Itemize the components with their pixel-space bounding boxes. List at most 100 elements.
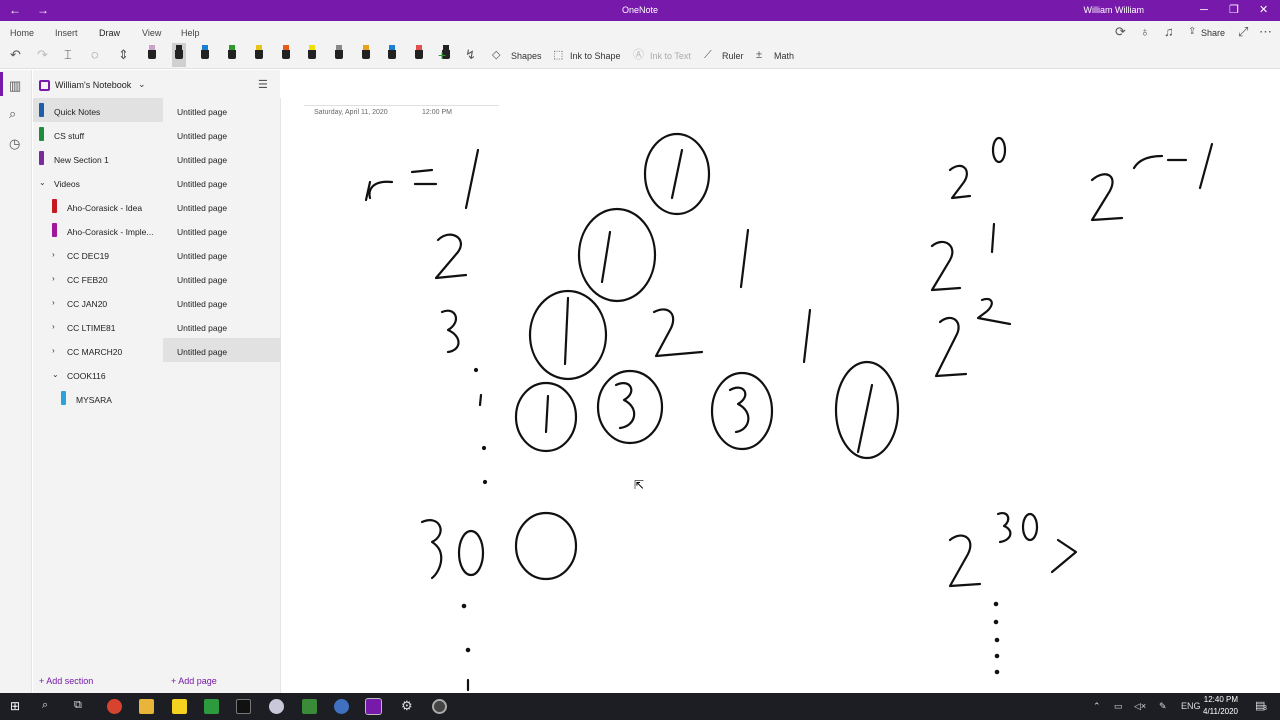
search-icon[interactable]: ⌕ bbox=[9, 106, 16, 122]
user-name[interactable]: William William bbox=[1084, 5, 1145, 15]
page-item[interactable]: Untitled page bbox=[163, 242, 281, 266]
notebooks-icon[interactable]: ▥ bbox=[9, 78, 21, 94]
chevron-right-icon[interactable]: › bbox=[52, 250, 55, 259]
expand-icon[interactable]: ⤢ bbox=[1238, 25, 1248, 39]
section-item[interactable]: › CC MARCH20 bbox=[33, 338, 163, 362]
lightbulb-icon[interactable]: ♁ bbox=[1140, 25, 1150, 39]
type-select-icon[interactable]: ⌶ bbox=[64, 48, 72, 62]
share-icon[interactable]: ⇪ bbox=[1188, 25, 1196, 39]
close-icon[interactable]: ✕ bbox=[1259, 3, 1268, 17]
settings-gear-icon[interactable]: ⚙ bbox=[401, 698, 413, 714]
pen-4-icon[interactable] bbox=[225, 43, 239, 67]
section-item[interactable]: MYSARA bbox=[33, 386, 163, 410]
page-item[interactable]: Untitled page bbox=[163, 170, 281, 194]
chevron-right-icon[interactable]: › bbox=[52, 298, 55, 307]
tab-insert[interactable]: Insert bbox=[55, 28, 78, 38]
search-icon[interactable]: ⌕ bbox=[42, 699, 48, 712]
language-indicator[interactable]: ENG bbox=[1181, 701, 1201, 711]
bell-icon[interactable]: ♫ bbox=[1164, 25, 1174, 39]
page-item[interactable]: Untitled page bbox=[163, 146, 281, 170]
section-item[interactable]: Aho-Corasick - Imple... bbox=[33, 218, 163, 242]
section-item[interactable]: › CC LTIME81 bbox=[33, 314, 163, 338]
add-space-icon[interactable]: ⇕ bbox=[118, 48, 129, 62]
section-item[interactable]: › CC JAN20 bbox=[33, 290, 163, 314]
section-item[interactable]: Quick Notes bbox=[33, 98, 163, 122]
volume-muted-icon[interactable]: ◁× bbox=[1134, 701, 1146, 712]
pen-11-icon[interactable] bbox=[412, 43, 426, 67]
ink-replay-icon[interactable]: ↯ bbox=[465, 48, 476, 62]
minimize-icon[interactable]: ─ bbox=[1200, 3, 1208, 17]
pen-7-icon[interactable] bbox=[305, 43, 319, 67]
chevron-down-icon[interactable]: ⌄ bbox=[39, 178, 46, 187]
pen-2-icon[interactable] bbox=[171, 43, 186, 67]
ink-drawing[interactable] bbox=[282, 70, 1280, 693]
paint-icon[interactable] bbox=[269, 699, 284, 714]
pen-8-icon[interactable] bbox=[332, 43, 346, 67]
sort-icon[interactable]: ☰ bbox=[258, 78, 268, 91]
shapes-button[interactable]: Shapes bbox=[511, 51, 542, 61]
page-item[interactable]: Untitled page bbox=[163, 122, 281, 146]
obs-icon[interactable] bbox=[432, 699, 447, 714]
page-item[interactable]: Untitled page bbox=[163, 314, 281, 338]
add-page-button[interactable]: + Add page bbox=[171, 676, 217, 686]
section-item[interactable]: Aho-Corasick - Idea bbox=[33, 194, 163, 218]
share-button[interactable]: Share bbox=[1201, 28, 1225, 38]
notepad-plus-icon[interactable] bbox=[204, 699, 219, 714]
chevron-down-icon[interactable]: ⌄ bbox=[52, 370, 59, 379]
chrome-icon[interactable] bbox=[107, 699, 122, 714]
section-item[interactable]: › CC FEB20 bbox=[33, 266, 163, 290]
section-item[interactable]: › CC DEC19 bbox=[33, 242, 163, 266]
section-item[interactable]: ⌄ COOK116 bbox=[33, 362, 163, 386]
ink-to-shape-button[interactable]: Ink to Shape bbox=[570, 51, 621, 61]
page-item[interactable]: Untitled page bbox=[163, 194, 281, 218]
clock-date[interactable]: 4/11/2020 bbox=[1203, 707, 1238, 716]
math-icon[interactable]: ± bbox=[756, 48, 762, 62]
page-item[interactable]: Untitled page bbox=[163, 218, 281, 242]
onenote-icon[interactable] bbox=[365, 698, 382, 715]
windows-start-icon[interactable]: ⊞ bbox=[10, 699, 20, 713]
undo-icon[interactable]: ↶ bbox=[10, 48, 21, 62]
note-canvas[interactable]: Saturday, April 11, 2020 12:00 PM bbox=[282, 70, 1280, 693]
sticky-notes-icon[interactable] bbox=[172, 699, 187, 714]
pen-1-icon[interactable] bbox=[145, 43, 159, 67]
page-item[interactable]: Untitled page bbox=[163, 290, 281, 314]
page-item[interactable]: Untitled page bbox=[163, 98, 281, 122]
chevron-down-icon[interactable]: ⌄ bbox=[138, 79, 146, 90]
battery-icon[interactable]: ▭ bbox=[1114, 701, 1123, 712]
app-icon[interactable] bbox=[334, 699, 349, 714]
math-button[interactable]: Math bbox=[774, 51, 794, 61]
pen-6-icon[interactable] bbox=[279, 43, 293, 67]
pen-icon[interactable]: ✎ bbox=[1159, 701, 1167, 712]
ruler-icon[interactable]: ⟋ bbox=[704, 48, 712, 62]
redo-icon[interactable]: ↷ bbox=[37, 48, 48, 62]
vim-icon[interactable] bbox=[302, 699, 317, 714]
page-item[interactable]: Untitled page bbox=[163, 266, 281, 290]
tab-view[interactable]: View bbox=[142, 28, 161, 38]
section-item[interactable]: CS stuff bbox=[33, 122, 163, 146]
sync-icon[interactable]: ⟳ bbox=[1115, 25, 1126, 39]
ink-to-shape-icon[interactable]: ⬚ bbox=[553, 48, 563, 62]
add-section-button[interactable]: + Add section bbox=[39, 676, 93, 686]
lasso-select-icon[interactable]: ◌ bbox=[91, 48, 99, 62]
restore-icon[interactable]: ❐ bbox=[1229, 3, 1239, 17]
chevron-up-icon[interactable]: ⌃ bbox=[1093, 701, 1101, 712]
section-item[interactable]: ⌄ Videos bbox=[33, 170, 163, 194]
ruler-button[interactable]: Ruler bbox=[722, 51, 744, 61]
notebook-header[interactable]: William's Notebook ⌄ ☰ bbox=[33, 70, 280, 98]
more-options-icon[interactable]: ⋯ bbox=[1259, 25, 1272, 39]
chevron-right-icon[interactable]: › bbox=[52, 322, 55, 331]
shapes-icon[interactable]: ◇ bbox=[492, 48, 500, 62]
pen-5-icon[interactable] bbox=[252, 43, 266, 67]
file-explorer-icon[interactable] bbox=[139, 699, 154, 714]
page-item[interactable]: Untitled page bbox=[163, 338, 281, 362]
chevron-right-icon[interactable]: › bbox=[52, 346, 55, 355]
pen-3-icon[interactable] bbox=[198, 43, 212, 67]
tab-help[interactable]: Help bbox=[181, 28, 200, 38]
recent-clock-icon[interactable]: ◷ bbox=[9, 136, 20, 152]
section-item[interactable]: New Section 1 bbox=[33, 146, 163, 170]
task-view-icon[interactable]: ⧉ bbox=[74, 699, 82, 712]
tab-home[interactable]: Home bbox=[10, 28, 34, 38]
pen-9-icon[interactable] bbox=[359, 43, 373, 67]
tab-draw[interactable]: Draw bbox=[99, 28, 120, 38]
notebook-title[interactable]: William's Notebook bbox=[55, 80, 131, 90]
